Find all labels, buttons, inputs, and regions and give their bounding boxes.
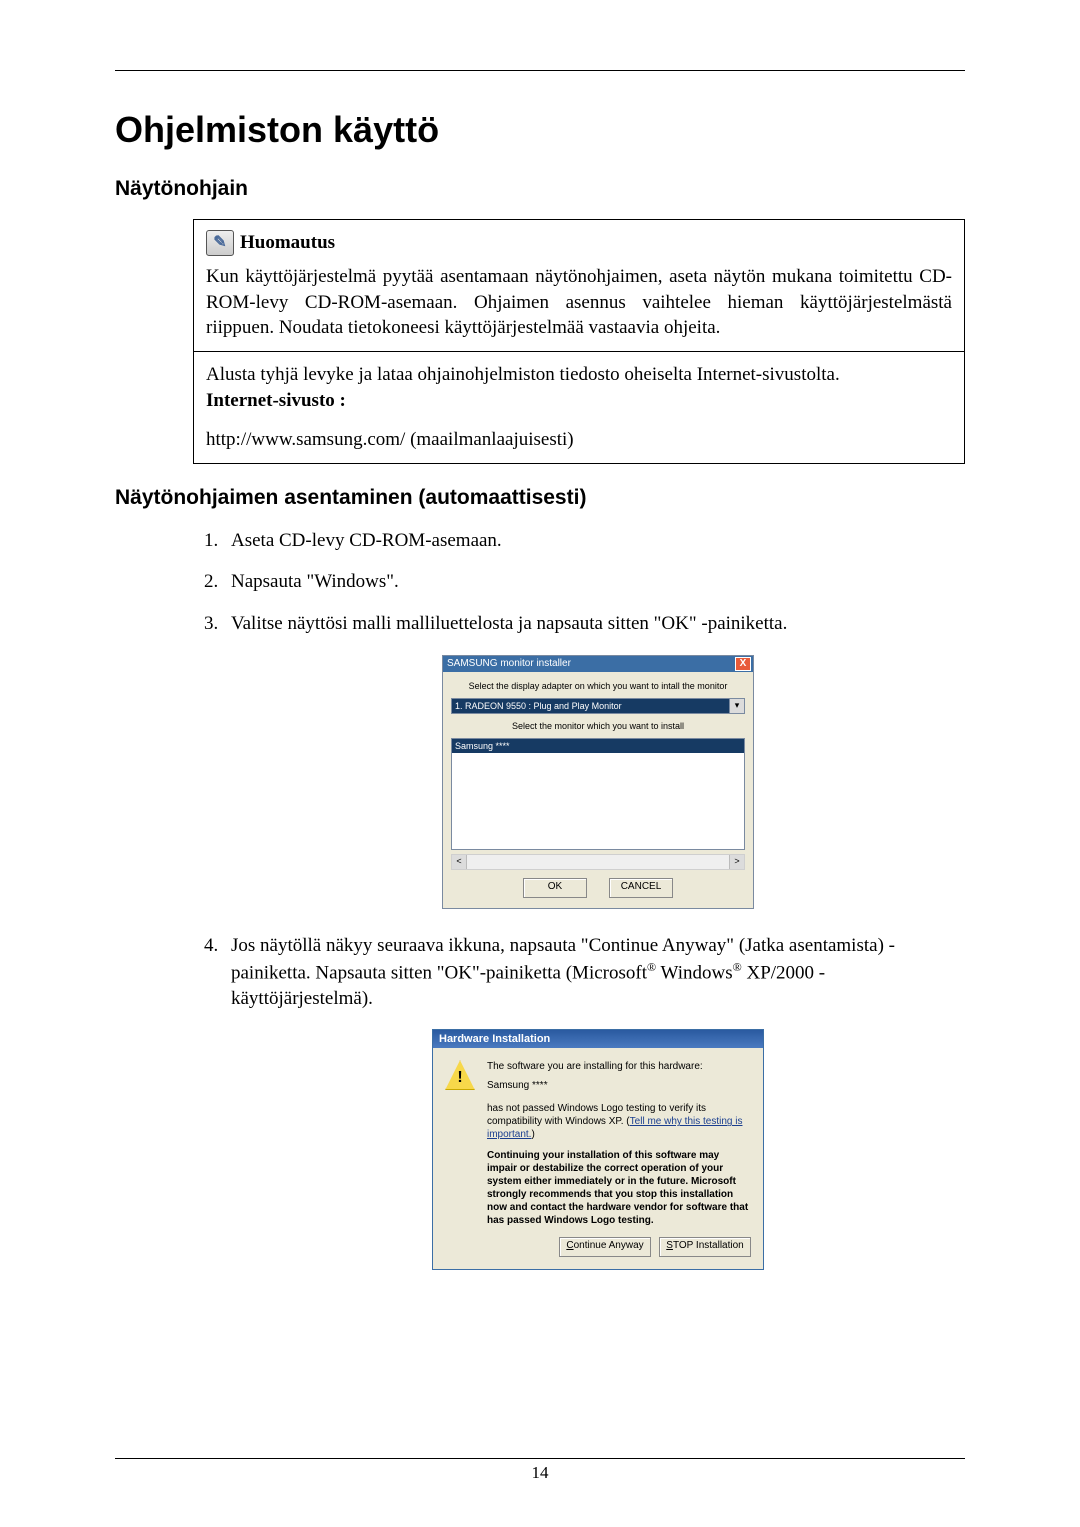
ok-button[interactable]: OK [523,878,587,898]
installer-button-row: OK CANCEL [451,878,745,898]
btn-rest: TOP Installation [673,1240,744,1251]
page-footer: 14 [115,1458,965,1483]
installer-listbox[interactable]: Samsung **** [451,738,745,850]
list-item: Aseta CD-levy CD-ROM-asemaan. [223,528,965,554]
notice-row2-url: http://www.samsung.com/ (maailmanlaajuis… [206,427,952,453]
section-heading-2: Näytönohjaimen asentaminen (automaattise… [115,486,965,510]
hw-titlebar: Hardware Installation [433,1030,763,1048]
btn-mnemonic: S [666,1240,673,1251]
header-rule [115,70,965,71]
hw-text: The software you are installing for this… [487,1060,751,1227]
installer-title: SAMSUNG monitor installer [447,657,571,671]
registered-mark: ® [733,960,742,974]
scroll-track[interactable] [467,855,729,869]
section-heading: Näytönohjain [115,177,965,201]
notice-body: Kun käyttöjärjestelmä pyytää asentamaan … [206,264,952,341]
installer-body: Select the display adapter on which you … [443,672,753,908]
installer-dialog: SAMSUNG monitor installer X Select the d… [442,655,754,909]
hw-line1: The software you are installing for this… [487,1060,751,1073]
cancel-button[interactable]: CANCEL [609,878,673,898]
continue-anyway-button[interactable]: Continue Anyway [559,1237,651,1257]
notice-row-2: Alusta tyhjä levyke ja lataa ohjainohjel… [194,352,964,463]
notice-row2-line1: Alusta tyhjä levyke ja lataa ohjainohjel… [206,362,952,388]
list-item: Jos näytöllä näkyy seuraava ikkuna, naps… [223,933,965,1270]
warning-icon [445,1060,475,1090]
step-text: Aseta CD-levy CD-ROM-asemaan. [231,530,502,551]
installer-scrollbar[interactable]: < > [451,854,745,870]
installer-selected-item[interactable]: Samsung **** [452,739,744,753]
hw-dialog: Hardware Installation The software you a… [432,1029,764,1270]
chevron-down-icon[interactable]: ▾ [729,699,744,713]
screenshot-hw-wrap: Hardware Installation The software you a… [231,1029,965,1270]
btn-mnemonic: C [566,1240,573,1251]
scroll-right-icon[interactable]: > [729,855,744,869]
step-text: Valitse näyttösi malli malliluettelosta … [231,613,787,634]
scroll-left-icon[interactable]: < [452,855,467,869]
hw-title: Hardware Installation [439,1032,550,1047]
btn-rest: ontinue Anyway [574,1240,644,1251]
notice-box: ✎ Huomautus Kun käyttöjärjestelmä pyytää… [193,219,965,464]
hw-button-row: Continue Anyway STOP Installation [433,1237,763,1269]
hw-line3b: ) [531,1129,534,1140]
hw-line3: has not passed Windows Logo testing to v… [487,1102,751,1141]
registered-mark: ® [647,960,656,974]
combo-text: 1. RADEON 9550 : Plug and Play Monitor [452,699,729,713]
steps-list: Aseta CD-levy CD-ROM-asemaan. Napsauta "… [193,528,965,1270]
step-text: Napsauta "Windows". [231,571,399,592]
installer-label-2: Select the monitor which you want to ins… [451,720,745,732]
list-item: Napsauta "Windows". [223,569,965,595]
notice-row2-bold: Internet-sivusto : [206,388,952,414]
notice-header-row: ✎ Huomautus Kun käyttöjärjestelmä pyytää… [194,220,964,351]
close-icon[interactable]: X [735,657,751,671]
notice-label: Huomautus [240,230,335,256]
page-number: 14 [115,1463,965,1483]
list-item: Valitse näyttösi malli malliluettelosta … [223,611,965,909]
document-page: Ohjelmiston käyttö Näytönohjain ✎ Huomau… [0,0,1080,1527]
installer-combo[interactable]: 1. RADEON 9550 : Plug and Play Monitor ▾ [451,698,745,714]
hw-line2: Samsung **** [487,1079,751,1092]
installer-titlebar: SAMSUNG monitor installer X [443,656,753,672]
notice-header: ✎ Huomautus [206,230,952,256]
stop-installation-button[interactable]: STOP Installation [659,1237,751,1257]
step-text-4b: Windows [656,962,732,983]
footer-rule [115,1458,965,1459]
hw-bold: Continuing your installation of this sof… [487,1149,751,1227]
screenshot-installer-wrap: SAMSUNG monitor installer X Select the d… [231,655,965,909]
note-icon: ✎ [206,230,234,256]
installer-label-1: Select the display adapter on which you … [451,680,745,692]
page-title: Ohjelmiston käyttö [115,109,965,151]
hw-body: The software you are installing for this… [433,1048,763,1237]
